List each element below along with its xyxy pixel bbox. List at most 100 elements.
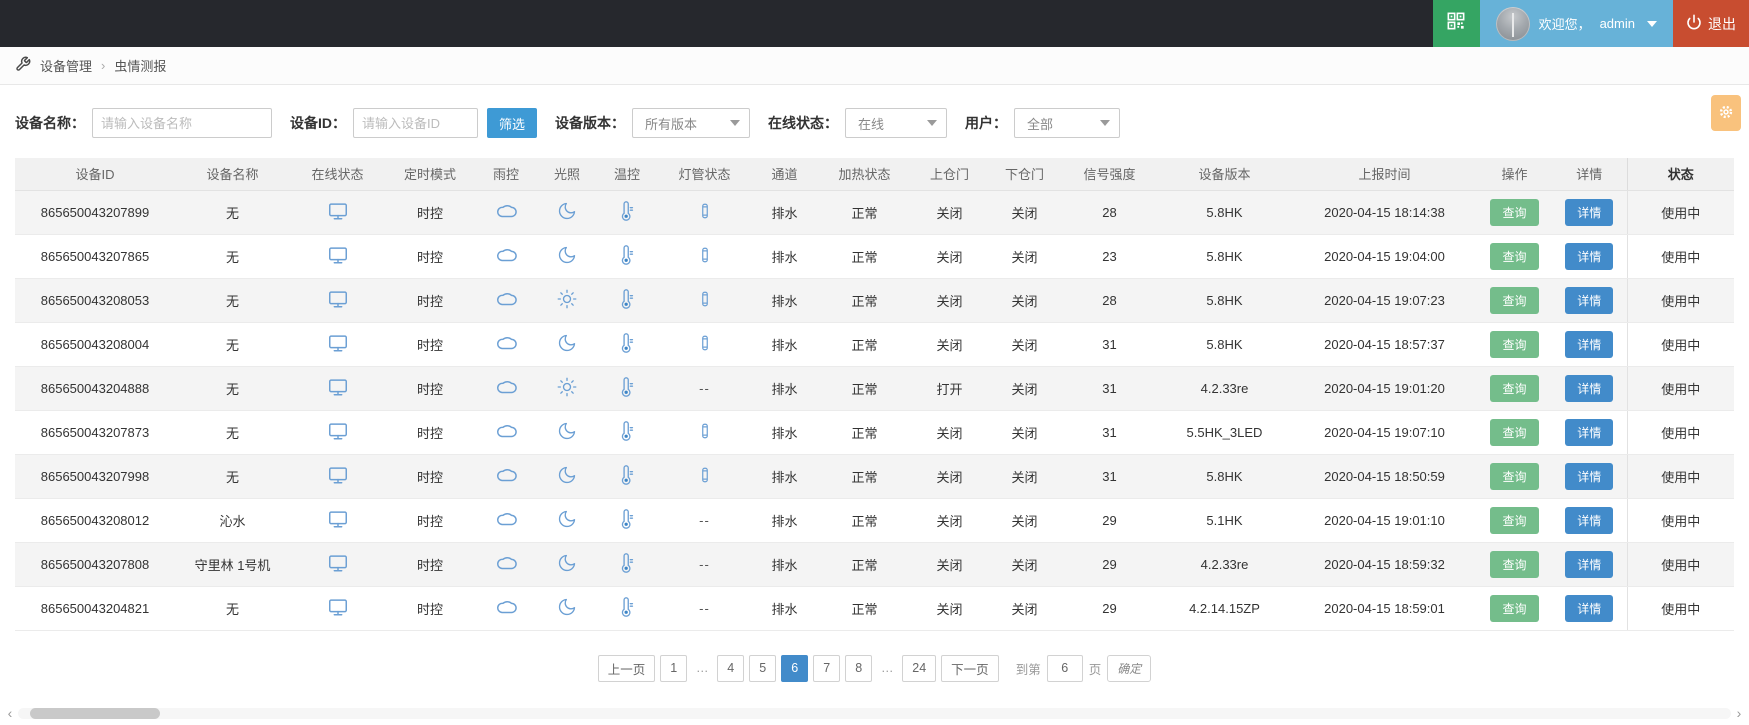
detail-button[interactable]: 详情: [1565, 594, 1614, 622]
filter-button[interactable]: 筛选: [487, 108, 538, 138]
prev-page-button[interactable]: 上一页: [597, 654, 656, 682]
query-button[interactable]: 查询: [1490, 550, 1539, 578]
detail-button[interactable]: 详情: [1565, 506, 1614, 534]
cloud-icon: [495, 380, 517, 401]
logout-button[interactable]: 退出: [1673, 0, 1749, 47]
query-button[interactable]: 查询: [1490, 198, 1539, 226]
cell-heat-status: 正常: [817, 366, 912, 411]
cell-channel: 排水: [752, 454, 817, 499]
cell-status: 使用中: [1626, 586, 1734, 631]
cell-device-id: 865650043207865: [15, 234, 175, 279]
cell-signal: 31: [1062, 454, 1157, 499]
detail-button[interactable]: 详情: [1565, 198, 1614, 226]
online-status-label: 在线状态：: [768, 115, 839, 131]
device-table: 设备ID 设备名称 在线状态 定时模式 雨控 光照 温控 灯管状态 通道 加热状…: [15, 158, 1734, 631]
cell-heat-status: 正常: [817, 190, 912, 235]
cell-rain-control: [475, 322, 537, 367]
lamp-tube-icon: [696, 423, 714, 445]
cell-status: 使用中: [1626, 190, 1734, 235]
version-select[interactable]: 所有版本: [632, 108, 751, 138]
user-menu[interactable]: 欢迎您， admin: [1479, 0, 1673, 47]
cell-device-id: 865650043204821: [15, 586, 175, 631]
col-signal: 信号强度: [1062, 158, 1157, 191]
cell-door-down: 关闭: [987, 410, 1062, 455]
lamp-tube-icon: [696, 203, 714, 225]
cell-device-id: 865650043207808: [15, 542, 175, 587]
device-name-input[interactable]: [92, 108, 272, 138]
cell-door-up: 关闭: [912, 498, 987, 543]
scrollbar-track[interactable]: [18, 707, 1731, 719]
cell-action: 查询: [1477, 278, 1552, 323]
goto-prefix-label: 到第: [1015, 662, 1041, 677]
col-channel: 通道: [752, 158, 817, 191]
cell-report-time: 2020-04-15 18:14:38: [1292, 190, 1477, 235]
cell-report-time: 2020-04-15 19:07:10: [1292, 410, 1477, 455]
goto-page-input[interactable]: [1046, 654, 1083, 682]
col-timer-mode: 定时模式: [385, 158, 475, 191]
user-label: 用户：: [965, 115, 1008, 131]
cell-version: 5.8HK: [1157, 190, 1292, 235]
monitor-icon: [327, 598, 349, 621]
page-button-1[interactable]: 1: [660, 654, 688, 682]
cell-channel: 排水: [752, 410, 817, 455]
cell-report-time: 2020-04-15 19:01:10: [1292, 498, 1477, 543]
page-button-24[interactable]: 24: [902, 654, 937, 682]
detail-button[interactable]: 详情: [1565, 286, 1614, 314]
scroll-left-arrow[interactable]: ‹: [4, 705, 16, 721]
detail-button[interactable]: 详情: [1565, 418, 1614, 446]
page-ellipsis: …: [692, 655, 712, 682]
page-button-6[interactable]: 6: [781, 654, 809, 682]
scroll-right-arrow[interactable]: ›: [1733, 705, 1745, 721]
query-button[interactable]: 查询: [1490, 462, 1539, 490]
detail-button[interactable]: 详情: [1565, 330, 1614, 358]
cell-door-up: 打开: [912, 366, 987, 411]
cell-channel: 排水: [752, 234, 817, 279]
cloud-icon: [495, 424, 517, 445]
cell-channel: 排水: [752, 190, 817, 235]
page-button-8[interactable]: 8: [845, 654, 873, 682]
lamp-tube-icon: [696, 247, 714, 269]
cloud-icon: [495, 248, 517, 269]
goto-confirm-button[interactable]: 确定: [1107, 654, 1152, 682]
cell-lamp-status: [657, 190, 752, 235]
page-button-7[interactable]: 7: [813, 654, 841, 682]
cell-signal: 31: [1062, 322, 1157, 367]
query-button[interactable]: 查询: [1490, 374, 1539, 402]
chevron-down-icon: [730, 120, 741, 126]
cell-detail: 详情: [1552, 322, 1627, 367]
query-button[interactable]: 查询: [1490, 594, 1539, 622]
moon-icon: [557, 334, 577, 356]
cell-action: 查询: [1477, 542, 1552, 587]
query-button[interactable]: 查询: [1490, 242, 1539, 270]
cell-heat-status: 正常: [817, 234, 912, 279]
device-id-input[interactable]: [353, 108, 478, 138]
qr-code-button[interactable]: [1432, 0, 1480, 47]
page-button-4[interactable]: 4: [717, 654, 745, 682]
scrollbar-thumb[interactable]: [30, 707, 160, 719]
detail-button[interactable]: 详情: [1565, 550, 1614, 578]
query-button[interactable]: 查询: [1490, 330, 1539, 358]
moon-icon: [557, 202, 577, 224]
cell-door-down: 关闭: [987, 586, 1062, 631]
page-button-5[interactable]: 5: [749, 654, 777, 682]
user-select[interactable]: 全部: [1014, 108, 1121, 138]
detail-button[interactable]: 详情: [1565, 462, 1614, 490]
logout-label: 退出: [1708, 15, 1736, 32]
cell-light: [537, 586, 597, 631]
page-ellipsis: …: [877, 655, 897, 682]
settings-gear-button[interactable]: [1711, 95, 1741, 131]
lamp-none-value: --: [699, 380, 710, 396]
query-button[interactable]: 查询: [1490, 418, 1539, 446]
detail-button[interactable]: 详情: [1565, 242, 1614, 270]
breadcrumb-device-management[interactable]: 设备管理: [40, 56, 92, 75]
cell-light: [537, 234, 597, 279]
welcome-text: 欢迎您，: [1538, 17, 1591, 32]
query-button[interactable]: 查询: [1490, 286, 1539, 314]
cell-door-up: 关闭: [912, 542, 987, 587]
detail-button[interactable]: 详情: [1565, 374, 1614, 402]
next-page-button[interactable]: 下一页: [941, 654, 999, 682]
query-button[interactable]: 查询: [1490, 506, 1539, 534]
online-status-select[interactable]: 在线: [845, 108, 948, 138]
cell-channel: 排水: [752, 322, 817, 367]
col-status: 状态: [1626, 158, 1734, 191]
